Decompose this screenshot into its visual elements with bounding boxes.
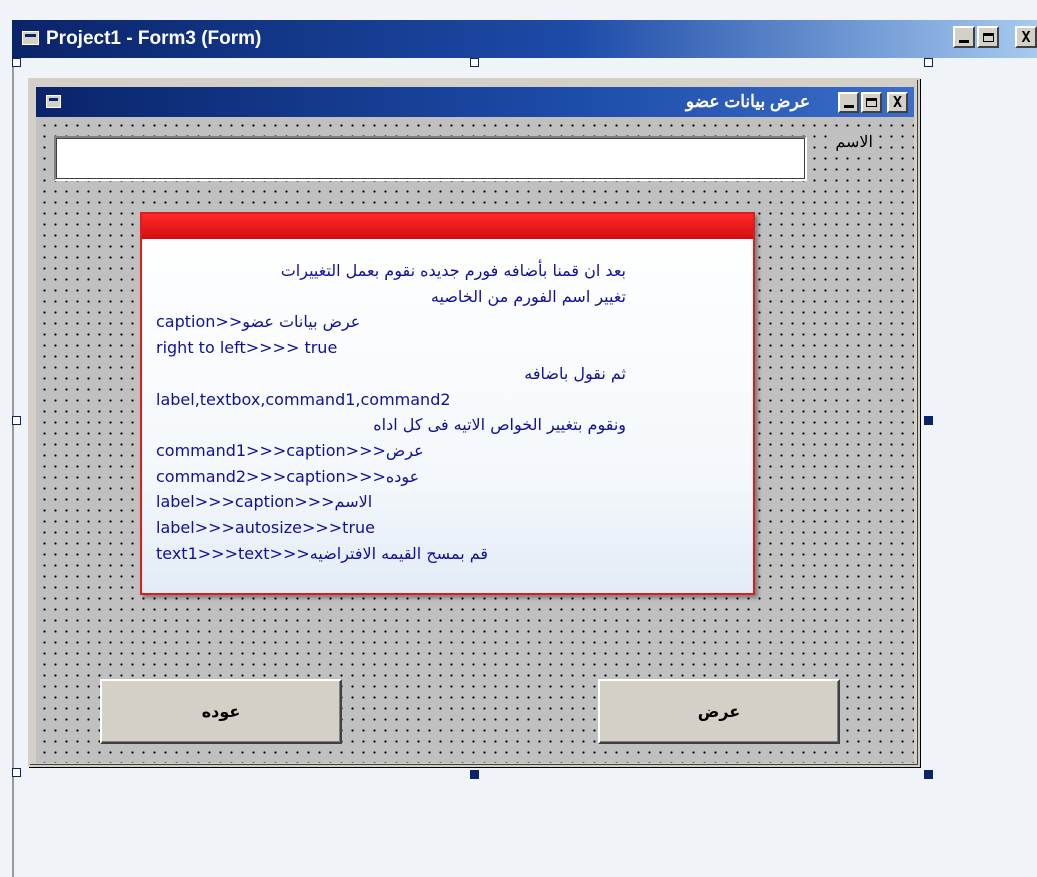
form-minimize-button[interactable] (838, 92, 859, 113)
note-line: بعد ان قمنا بأضافه فورم جديده نقوم بعمل … (280, 261, 626, 280)
resize-handle-right[interactable] (924, 416, 933, 425)
vb-ide-form-designer: Project1 - Form3 (Form) X عرض بيانات عضو… (0, 0, 1037, 877)
outer-maximize-button[interactable] (977, 26, 999, 48)
maximize-icon (866, 98, 877, 107)
note-line: ونقوم بتغيير الخواص الاتيه فى كل اداه (373, 415, 626, 435)
minimize-icon (959, 39, 969, 43)
note-line: text1>>>text>>>قم بمسح القيمه الافتراضيه (156, 543, 489, 563)
outer-close-button[interactable]: X (1015, 26, 1037, 48)
close-icon: X (892, 93, 903, 111)
outer-minimize-button[interactable] (953, 26, 975, 48)
resize-handle-bottom[interactable] (470, 770, 479, 779)
form-title: عرض بيانات عضو (685, 92, 810, 111)
form-maximize-button[interactable] (861, 92, 882, 113)
name-textbox[interactable] (54, 136, 807, 181)
note-line: عرض بيانات عضو<<caption (156, 312, 361, 332)
resize-handle-bottom-left[interactable] (12, 768, 21, 777)
form-icon[interactable] (22, 31, 39, 45)
resize-handle-left[interactable] (12, 416, 21, 425)
close-icon: X (1021, 27, 1031, 46)
maximize-icon (982, 32, 994, 42)
resize-handle-top-left[interactable] (12, 58, 21, 67)
note-line: command2>>>caption>>>عوده (156, 466, 420, 486)
note-line: label,textbox,command1,command2 (156, 389, 451, 409)
note-line: right to left>>>> true (156, 338, 338, 358)
minimize-icon (843, 105, 854, 108)
note-header-bar (142, 214, 753, 239)
form-close-button[interactable]: X (887, 92, 908, 113)
note-line: command1>>>caption>>>عرض (156, 440, 424, 460)
resize-handle-top[interactable] (470, 58, 479, 67)
note-line: label>>>autosize>>>true (156, 518, 375, 538)
back-button[interactable]: عوده (100, 679, 342, 744)
outer-window-border (12, 58, 14, 877)
name-label[interactable]: الاسم (834, 132, 874, 152)
form-icon (46, 95, 61, 108)
form-titlebar[interactable]: عرض بيانات عضو (36, 87, 914, 117)
outer-window-title: Project1 - Form3 (Form) (46, 28, 262, 49)
show-button[interactable]: عرض (598, 679, 840, 744)
outer-titlebar[interactable]: Project1 - Form3 (Form) (12, 20, 1037, 58)
note-line: ثم نقول باضافه (524, 363, 626, 383)
note-line: تغيير اسم الفورم من الخاصيه (430, 286, 626, 306)
resize-handle-top-right[interactable] (924, 58, 933, 67)
note-line: label>>>caption>>>الاسم (156, 492, 373, 512)
resize-handle-bottom-right[interactable] (924, 770, 933, 779)
instructions-note: بعد ان قمنا بأضافه فورم جديده نقوم بعمل … (140, 212, 755, 595)
note-text: بعد ان قمنا بأضافه فورم جديده نقوم بعمل … (156, 258, 626, 566)
